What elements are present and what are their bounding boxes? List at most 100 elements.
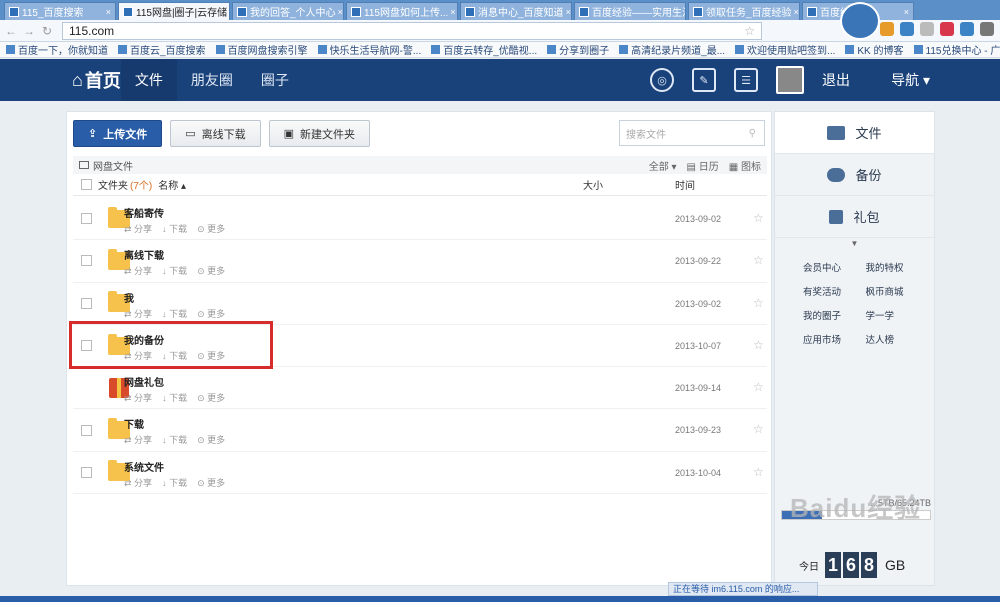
menu-icon[interactable] (980, 22, 994, 36)
link-app-market[interactable]: 应用市场 (803, 332, 866, 346)
star-icon[interactable]: ☆ (753, 211, 764, 225)
row-checkbox[interactable] (81, 297, 92, 309)
link-prize-events[interactable]: 有奖活动 (803, 284, 866, 298)
download-action[interactable]: ↓ 下载 (162, 264, 187, 277)
more-action[interactable]: ⊙ 更多 (197, 476, 225, 489)
offline-download-button[interactable]: ▭ 离线下载 (170, 120, 261, 147)
download-action[interactable]: ↓ 下载 (162, 476, 187, 489)
new-folder-button[interactable]: ▣ 新建文件夹 (268, 120, 371, 147)
table-row[interactable]: 离线下载 ⇄ 分享 ↓ 下载 ⊙ 更多 2013-09-22 ☆ (73, 240, 767, 283)
file-name[interactable]: 我 (124, 290, 134, 305)
cloud-icon[interactable] (960, 22, 974, 36)
browser-tab-active[interactable]: 115网盘|圈子|云存储× (118, 2, 230, 20)
more-action[interactable]: ⊙ 更多 (197, 307, 225, 320)
nav-files[interactable]: 文件 (120, 59, 177, 101)
share-action[interactable]: ⇄ 分享 (124, 349, 152, 362)
more-action[interactable]: ⊙ 更多 (197, 222, 225, 235)
link-my-privileges[interactable]: 我的特权 (866, 260, 929, 274)
sidebar-item-gifts[interactable]: 礼包 (775, 196, 934, 238)
bookmark-item[interactable]: 百度网盘搜索引擎 (215, 42, 308, 57)
download-action[interactable]: ↓ 下载 (162, 349, 187, 362)
close-icon[interactable]: × (792, 7, 799, 17)
row-checkbox[interactable] (81, 466, 92, 478)
close-icon[interactable]: × (336, 7, 343, 17)
download-action[interactable]: ↓ 下载 (162, 222, 187, 235)
more-action[interactable]: ⊙ 更多 (197, 391, 225, 404)
bird-extension-icon[interactable] (900, 22, 914, 36)
close-icon[interactable]: × (564, 7, 571, 17)
forward-icon[interactable]: → (22, 24, 36, 38)
download-action[interactable]: ↓ 下载 (162, 307, 187, 320)
time-header[interactable]: 时间 (675, 177, 695, 192)
file-name[interactable]: 下载 (124, 416, 144, 431)
file-name[interactable]: 网盘礼包 (124, 374, 164, 389)
edit-icon[interactable]: ✎ (692, 68, 716, 92)
window-icon[interactable] (920, 22, 934, 36)
bookmark-star-icon[interactable]: ☆ (744, 24, 755, 38)
filter-all-dropdown[interactable]: 全部 ▾ (649, 158, 677, 173)
search-input[interactable]: 搜索文件 ⚲ (619, 120, 765, 146)
browser-tab[interactable]: 百度经验——实用生活× (574, 2, 686, 20)
bookmark-item[interactable]: 欢迎使用贴吧签到... (735, 42, 835, 57)
row-checkbox[interactable] (81, 213, 92, 225)
file-name[interactable]: 我的备份 (124, 332, 164, 347)
download-action[interactable]: ↓ 下载 (162, 433, 187, 446)
home-link[interactable]: ⌂ 首页 (72, 67, 121, 93)
browser-tab[interactable]: 消息中心_百度知道 × (460, 2, 572, 20)
table-row[interactable]: 系统文件 ⇄ 分享 ↓ 下载 ⊙ 更多 2013-10-04 ☆ (73, 452, 767, 495)
table-row[interactable]: 网盘礼包 ⇄ 分享 ↓ 下载 ⊙ 更多 2013-09-14 ☆ (73, 367, 767, 410)
bookmark-item[interactable]: 百度云_百度搜索 (118, 42, 206, 57)
more-action[interactable]: ⊙ 更多 (197, 264, 225, 277)
bookmark-item[interactable]: 115兑换中心 - 广统... (913, 42, 1000, 57)
chevron-down-icon[interactable]: ▼ (775, 238, 934, 250)
share-action[interactable]: ⇄ 分享 (124, 264, 152, 277)
logout-link[interactable]: 退出 (822, 70, 850, 90)
share-action[interactable]: ⇄ 分享 (124, 391, 152, 404)
link-leaderboard[interactable]: 达人榜 (866, 332, 929, 346)
bookmark-item[interactable]: 分享到圈子 (547, 42, 609, 57)
more-action[interactable]: ⊙ 更多 (197, 433, 225, 446)
star-icon[interactable]: ☆ (753, 465, 764, 479)
back-icon[interactable]: ← (4, 24, 18, 38)
url-input[interactable]: 115.com ☆ (62, 21, 762, 40)
table-row[interactable]: 我 ⇄ 分享 ↓ 下载 ⊙ 更多 2013-09-02 ☆ (73, 283, 767, 325)
nav-friends[interactable]: 朋友圈 (177, 59, 247, 101)
table-row-highlighted[interactable]: 我的备份 ⇄ 分享 ↓ 下载 ⊙ 更多 2013-10-07 ☆ (69, 320, 767, 369)
sort-name-header[interactable]: 名称 ▴ (158, 177, 186, 192)
star-icon[interactable]: ☆ (753, 338, 764, 352)
table-row[interactable]: 客船寄传 ⇄ 分享 ↓ 下载 ⊙ 更多 2013-09-02 ☆ (73, 198, 767, 241)
table-row[interactable]: 下载 ⇄ 分享 ↓ 下载 ⊙ 更多 2013-09-23 ☆ (73, 409, 767, 452)
message-icon[interactable]: ☰ (734, 68, 758, 92)
star-icon[interactable]: ☆ (753, 296, 764, 310)
close-icon[interactable]: × (104, 7, 111, 17)
file-name[interactable]: 客船寄传 (124, 205, 164, 220)
heart-icon[interactable] (940, 22, 954, 36)
link-learn[interactable]: 学一学 (866, 308, 929, 322)
icon-view-button[interactable]: ▦ 图标 (729, 158, 761, 173)
avatar[interactable] (776, 66, 804, 94)
browser-tab[interactable]: 领取任务_百度经验 × (688, 2, 800, 20)
close-icon[interactable]: × (227, 7, 229, 17)
file-name[interactable]: 系统文件 (124, 459, 164, 474)
star-icon[interactable]: ☆ (753, 253, 764, 267)
star-icon[interactable]: ☆ (753, 380, 764, 394)
bookmark-item[interactable]: 百度云转存_优酷视... (431, 42, 537, 57)
file-name[interactable]: 离线下载 (124, 247, 164, 262)
bookmark-item[interactable]: KK 的博客 (845, 42, 904, 57)
reload-icon[interactable]: ↻ (40, 24, 54, 38)
browser-tab[interactable]: 115_百度搜索 × (4, 2, 116, 20)
sidebar-item-files[interactable]: 文件 (775, 112, 934, 154)
share-action[interactable]: ⇄ 分享 (124, 222, 152, 235)
more-action[interactable]: ⊙ 更多 (197, 349, 225, 362)
nav-circles[interactable]: 圈子 (247, 59, 303, 101)
link-coin-mall[interactable]: 枫币商城 (866, 284, 929, 298)
link-member-center[interactable]: 会员中心 (803, 260, 866, 274)
download-action[interactable]: ↓ 下载 (162, 391, 187, 404)
extension-icon[interactable] (880, 22, 894, 36)
share-action[interactable]: ⇄ 分享 (124, 307, 152, 320)
search-icon[interactable]: ⚲ (749, 128, 756, 139)
bookmark-item[interactable]: 高清纪录片频道_最... (619, 42, 725, 57)
star-icon[interactable]: ☆ (753, 422, 764, 436)
row-checkbox[interactable] (81, 424, 92, 436)
browser-tab[interactable]: 115网盘如何上传... × (346, 2, 458, 20)
